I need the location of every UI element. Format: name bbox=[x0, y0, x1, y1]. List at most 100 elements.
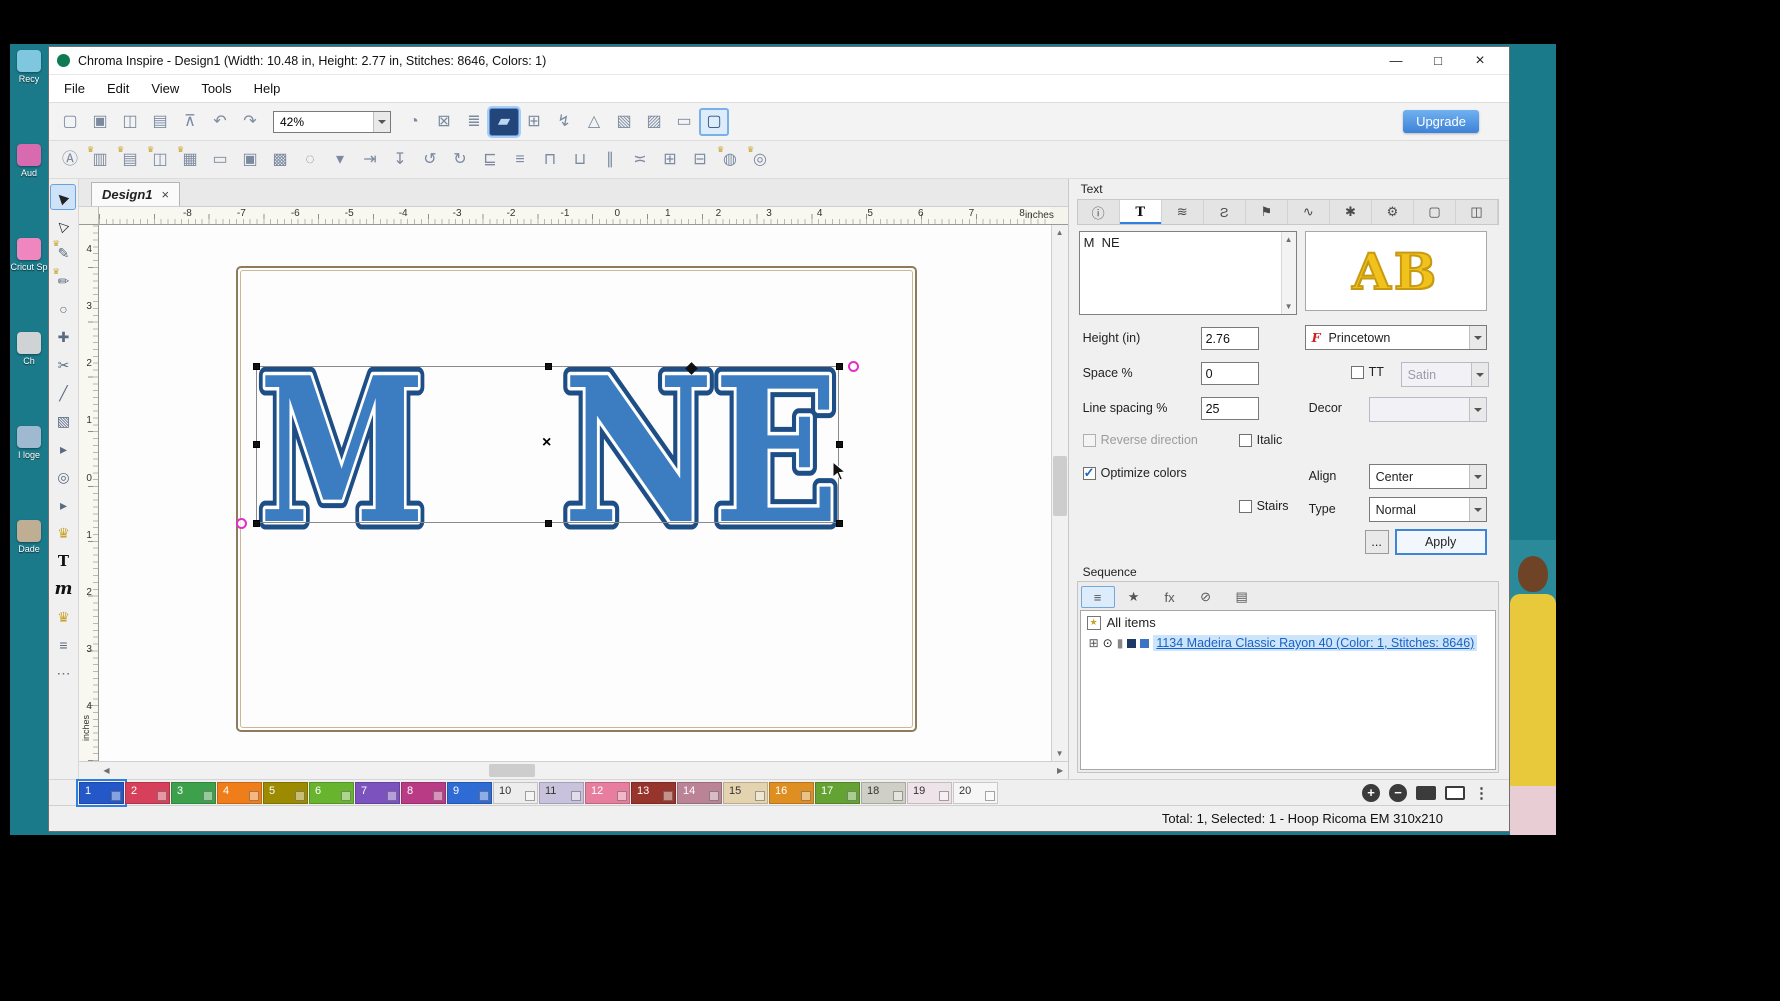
open-button[interactable]: ▣ bbox=[85, 108, 115, 136]
resize-button[interactable]: ◍ ♛ bbox=[715, 146, 745, 174]
redraw-button[interactable]: ◔ bbox=[399, 108, 429, 136]
palette-swatch[interactable]: 8 bbox=[401, 782, 446, 804]
scroll-down-icon[interactable]: ▼ bbox=[1282, 299, 1296, 314]
text-input-scrollbar[interactable]: ▲ ▼ bbox=[1281, 232, 1296, 314]
selection-handle-middle-right[interactable] bbox=[836, 441, 843, 448]
reverse-direction-checkbox[interactable]: Reverse direction bbox=[1083, 433, 1198, 447]
design-canvas[interactable]: M M M NE NE NE bbox=[99, 225, 1051, 761]
space-input[interactable] bbox=[1201, 362, 1259, 385]
palette-swatch[interactable]: 3 bbox=[171, 782, 216, 804]
premium-b-tool[interactable]: ♛ bbox=[50, 604, 76, 630]
menu-tools[interactable]: Tools bbox=[192, 78, 240, 99]
menu-view[interactable]: View bbox=[142, 78, 188, 99]
print-button[interactable]: ▤ bbox=[145, 108, 175, 136]
palette-swatch[interactable]: 17 bbox=[815, 782, 860, 804]
more-options-button[interactable]: ... bbox=[1365, 530, 1389, 554]
align-select[interactable]: Center bbox=[1369, 464, 1487, 489]
align-top-button[interactable]: ⊓ bbox=[535, 146, 565, 174]
select-mesh-button[interactable]: ▩ bbox=[265, 146, 295, 174]
select-outline-button[interactable]: ▣ bbox=[235, 146, 265, 174]
vertical-scrollbar[interactable]: ▲ ▼ bbox=[1051, 225, 1068, 761]
rotate-handle-top-right[interactable] bbox=[848, 361, 859, 372]
expander-a[interactable]: ▸ bbox=[50, 436, 76, 462]
zoom-in-button[interactable]: + bbox=[1362, 784, 1380, 802]
palette-swatch[interactable]: 10 bbox=[493, 782, 538, 804]
text-content-input[interactable]: M NE ▲ ▼ bbox=[1079, 231, 1297, 315]
undo-button[interactable]: ↶ bbox=[205, 108, 235, 136]
palette-swatch[interactable]: 6 bbox=[309, 782, 354, 804]
upgrade-button[interactable]: Upgrade bbox=[1403, 110, 1479, 133]
scroll-up-icon[interactable]: ▲ bbox=[1052, 225, 1068, 240]
expander-b[interactable]: ▸ bbox=[50, 492, 76, 518]
scroll-down-icon[interactable]: ▼ bbox=[1052, 746, 1068, 761]
premium-borders-button[interactable]: ◫ ♛ bbox=[145, 146, 175, 174]
save-button[interactable]: ◫ bbox=[115, 108, 145, 136]
minimize-button[interactable]: — bbox=[1375, 48, 1417, 74]
optimize-button[interactable]: ◎ ♛ bbox=[745, 146, 775, 174]
grid-button[interactable]: ⊞ bbox=[519, 108, 549, 136]
notes-button[interactable]: ▭ bbox=[669, 108, 699, 136]
desktop-icon[interactable]: Cricut Sp bbox=[10, 238, 48, 272]
premium-shapes-button[interactable]: ▤ ♛ bbox=[115, 146, 145, 174]
chevron-down-icon[interactable] bbox=[373, 112, 390, 132]
align-left-button[interactable]: ⊑ bbox=[475, 146, 505, 174]
tab-info[interactable]: ⓘ bbox=[1078, 200, 1120, 224]
ungroup-button[interactable]: ⊟ bbox=[685, 146, 715, 174]
palette-swatch[interactable]: 5 bbox=[263, 782, 308, 804]
selection-handle-top-left[interactable] bbox=[253, 363, 260, 370]
distribute-v-button[interactable]: ≍ bbox=[625, 146, 655, 174]
draw-tool[interactable]: ✎ ♛ bbox=[50, 240, 76, 266]
filter-button[interactable]: ⊘ bbox=[1189, 586, 1223, 608]
chevron-down-icon[interactable] bbox=[1469, 465, 1486, 488]
photo-button[interactable]: ▧ bbox=[609, 108, 639, 136]
tt-checkbox[interactable]: TT bbox=[1351, 365, 1384, 379]
redo-button[interactable]: ↷ bbox=[235, 108, 265, 136]
desktop-icon[interactable]: Aud bbox=[10, 144, 48, 178]
thread-item-label[interactable]: 1134 Madeira Classic Rayon 40 (Color: 1,… bbox=[1153, 635, 1477, 651]
vertical-scroll-thumb[interactable] bbox=[1053, 456, 1067, 516]
align-center-button[interactable]: ≡ bbox=[505, 146, 535, 174]
height-input[interactable] bbox=[1201, 327, 1259, 350]
visibility-eye-icon[interactable]: ⊙ bbox=[1103, 636, 1113, 650]
palette-swatch[interactable]: 20 bbox=[953, 782, 998, 804]
rotate-cw-button[interactable]: ↻ bbox=[445, 146, 475, 174]
palette-swatch[interactable]: 15 bbox=[723, 782, 768, 804]
list-view-button[interactable]: ≡ bbox=[1081, 586, 1115, 608]
align-bottom-button[interactable]: ⊔ bbox=[565, 146, 595, 174]
font-select[interactable]: F Princetown bbox=[1305, 325, 1487, 350]
scroll-right-icon[interactable]: ▶ bbox=[1053, 763, 1068, 778]
3d-view-button[interactable]: ▰ bbox=[489, 108, 519, 136]
zoom-select[interactable]: 42% bbox=[273, 111, 391, 133]
menu-help[interactable]: Help bbox=[245, 78, 290, 99]
display-dark-icon[interactable] bbox=[1416, 786, 1436, 800]
desktop-icon[interactable]: Recy bbox=[10, 50, 48, 84]
selection-handle-bottom-left[interactable] bbox=[253, 520, 260, 527]
tab-decor[interactable]: ✱ bbox=[1330, 200, 1372, 224]
palette-swatch[interactable]: 18 bbox=[861, 782, 906, 804]
freehand-select-tool[interactable]: ◁ bbox=[50, 212, 76, 238]
stitch-list-tool[interactable]: ≡ bbox=[50, 632, 76, 658]
display-light-icon[interactable] bbox=[1445, 786, 1465, 800]
italic-checkbox[interactable]: Italic bbox=[1239, 433, 1283, 447]
select-mode-dropdown[interactable]: ▾ bbox=[325, 146, 355, 174]
monogram-text-tool[interactable]: m bbox=[50, 576, 76, 602]
tab-display[interactable]: ◫ bbox=[1456, 200, 1498, 224]
palette-swatch[interactable]: 9 bbox=[447, 782, 492, 804]
expand-icon[interactable]: ⊞ bbox=[1089, 636, 1099, 650]
close-button[interactable]: × bbox=[1459, 48, 1501, 74]
tab-stitch[interactable]: ∿ bbox=[1288, 200, 1330, 224]
hoop-frame-button[interactable]: ▢ bbox=[699, 108, 729, 136]
tab-design1[interactable]: Design1 × bbox=[91, 182, 180, 206]
center-vertical-button[interactable]: ↧ bbox=[385, 146, 415, 174]
horizontal-scroll-thumb[interactable] bbox=[489, 764, 535, 777]
premium-motifs-button[interactable]: ▦ ♛ bbox=[175, 146, 205, 174]
scroll-up-icon[interactable]: ▲ bbox=[1282, 232, 1296, 247]
image-tool[interactable]: ▧ bbox=[50, 408, 76, 434]
select-rectangle-button[interactable]: ▭ bbox=[205, 146, 235, 174]
thread-row[interactable]: ⊞ ⊙ ▮ 1134 Madeira Classic Rayon 40 (Col… bbox=[1087, 635, 1489, 651]
title-bar[interactable]: Chroma Inspire - Design1 (Width: 10.48 i… bbox=[49, 47, 1509, 75]
selection-handle-bottom-middle[interactable] bbox=[545, 520, 552, 527]
menu-edit[interactable]: Edit bbox=[98, 78, 138, 99]
palette-swatch[interactable]: 16 bbox=[769, 782, 814, 804]
selection-handle-top-middle[interactable] bbox=[545, 363, 552, 370]
